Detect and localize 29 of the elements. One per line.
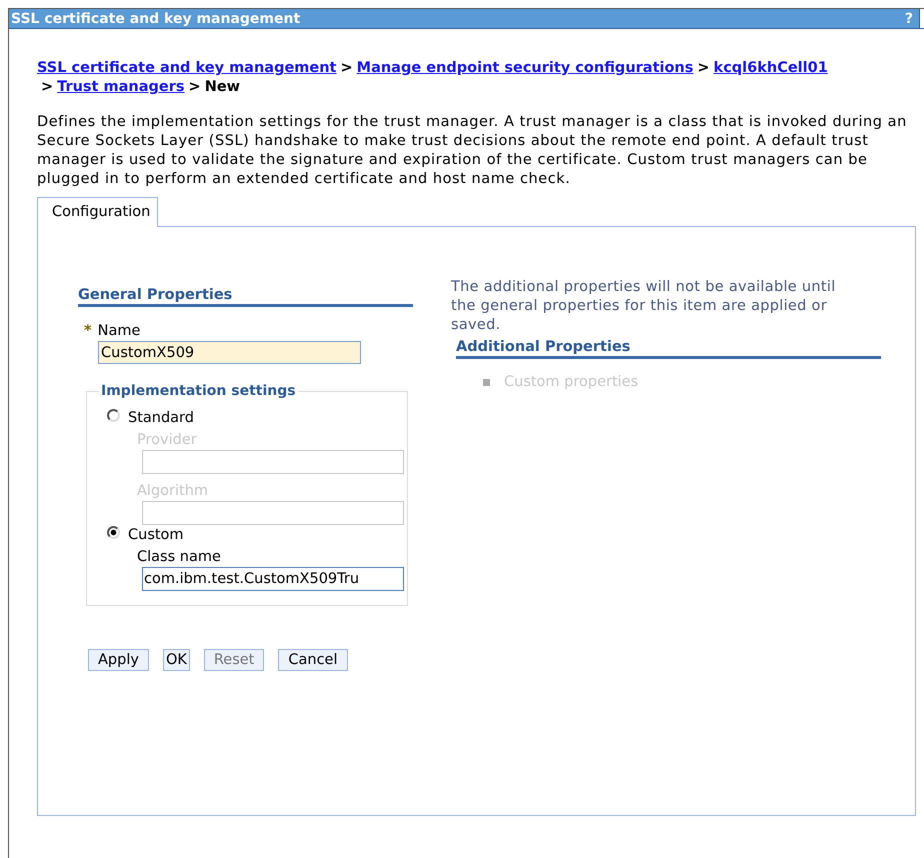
form-button[interactable]: Cancel (278, 649, 348, 671)
breadcrumb-separator: > (41, 79, 54, 95)
tab[interactable]: Configuration (37, 197, 158, 227)
breadcrumb-link[interactable]: SSL certificate and key management (37, 60, 336, 76)
field-label: Name (98, 323, 140, 339)
bullet-icon (483, 378, 490, 386)
breadcrumb-separator: > (340, 60, 353, 76)
section-heading: Additional Properties (456, 339, 881, 359)
radio-button[interactable] (107, 408, 120, 422)
breadcrumb-link[interactable]: Trust managers (57, 79, 185, 95)
radio-label: Standard (128, 410, 194, 426)
section-heading: General Properties (78, 287, 413, 307)
required-mark: * (84, 323, 92, 339)
form-button[interactable]: Apply (88, 649, 149, 671)
form-button[interactable]: OK (162, 649, 190, 671)
group-legend: Implementation settings (99, 383, 298, 399)
breadcrumb-link[interactable]: Manage endpoint security configurations (356, 60, 694, 76)
field-label: Class name (137, 549, 222, 565)
breadcrumb-separator: > (188, 79, 201, 95)
breadcrumb-separator: > (697, 60, 710, 76)
radio-label: Custom (128, 527, 184, 543)
breadcrumb-link[interactable]: kcql6khCell01 (714, 60, 828, 76)
input-field[interactable]: com.ibm.test.CustomX509Tru (142, 567, 404, 591)
description-text: Defines the implementation settings for the trust manager. A trust manager is a class that is invoked during an Secure Sockets Layer (SSL) handshake to make trust decisions about the remote end point. A default trust manager is used to validate the signature and expiration of the certificate. Custom trust managers can be plugged in to perform an extended certificate and host name check. (37, 113, 908, 189)
name-field[interactable]: CustomX509 (98, 341, 361, 364)
breadcrumb-current: New (204, 79, 240, 95)
info-note: The additional properties will not be available until the general properties for this item are applied or saved. (451, 278, 837, 335)
radio-button[interactable] (107, 526, 120, 538)
window-title: SSL certificate and key management (10, 10, 300, 26)
